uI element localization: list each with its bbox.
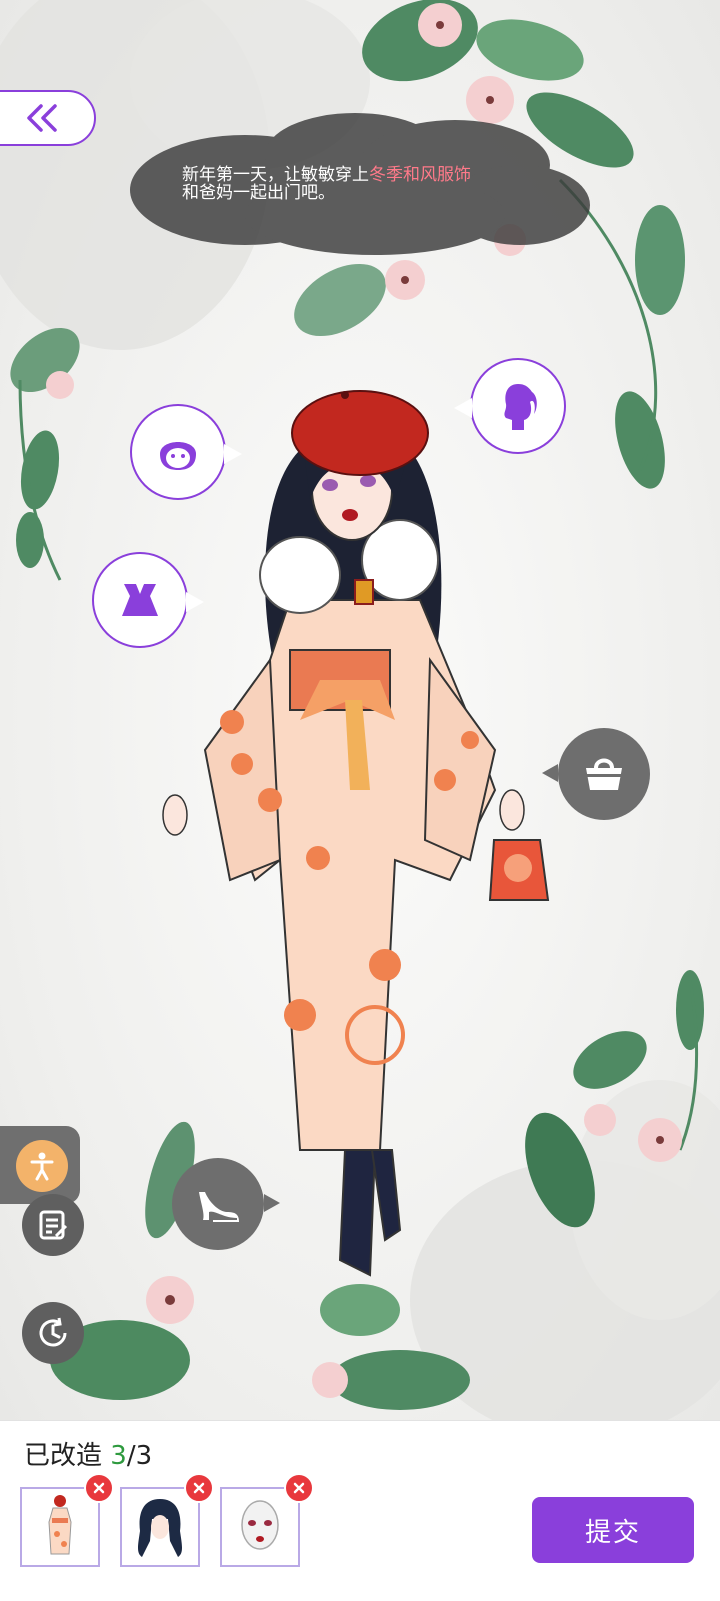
remove-outfit-button[interactable]: [84, 1473, 114, 1503]
dialogue-highlight: 冬季和风服饰: [369, 165, 471, 185]
close-icon: [293, 1482, 305, 1494]
bag-edit-button[interactable]: [542, 728, 650, 820]
ponytail-head-icon: [504, 384, 537, 430]
shoes-edit-button[interactable]: [172, 1158, 280, 1250]
face-edit-button[interactable]: [130, 404, 242, 500]
remove-face-button[interactable]: [284, 1473, 314, 1503]
dialogue-bubble: 新年第一天，让敏敏穿上冬季和风服饰 和爸妈一起出门吧。: [125, 110, 595, 260]
dialogue-text: 新年第一天，让敏敏穿上: [182, 165, 369, 185]
double-chevron-left-icon: [27, 104, 57, 132]
remove-hair-button[interactable]: [184, 1473, 214, 1503]
clock-history-icon: [39, 1317, 67, 1347]
back-button[interactable]: [0, 90, 96, 146]
dressup-scene: 新年第一天，让敏敏穿上冬季和风服饰 和爸妈一起出门吧。: [0, 0, 720, 1420]
modified-item-face[interactable]: [220, 1473, 314, 1567]
person-pose-icon: [30, 1152, 54, 1181]
modified-total: /3: [126, 1441, 153, 1471]
dialogue-line-2: 和爸妈一起出门吧。: [182, 183, 335, 203]
modified-current: 3: [110, 1441, 127, 1471]
modified-label: 已改造: [24, 1441, 103, 1471]
pose-button[interactable]: [16, 1140, 68, 1192]
outfit-thumbnail: [48, 1495, 72, 1555]
submit-button[interactable]: 提交: [532, 1497, 694, 1563]
modified-item-outfit[interactable]: [20, 1473, 114, 1567]
dress-icon: [122, 584, 158, 616]
notes-icon: [39, 1210, 68, 1240]
modified-counter: 已改造 3/3: [24, 1435, 152, 1472]
hair-thumbnail: [138, 1499, 182, 1557]
modified-item-hair[interactable]: [120, 1473, 214, 1567]
close-icon: [193, 1482, 205, 1494]
notes-button[interactable]: [22, 1194, 84, 1256]
clothing-edit-button[interactable]: [92, 552, 204, 648]
close-icon: [93, 1482, 105, 1494]
history-button[interactable]: [22, 1302, 84, 1364]
face-icon: [160, 442, 196, 470]
bottom-bar: 已改造 3/3 提交: [0, 1420, 720, 1601]
high-heel-icon: [199, 1192, 239, 1222]
handbag-icon: [586, 758, 622, 790]
hair-edit-button[interactable]: [454, 358, 566, 454]
face-thumbnail: [241, 1500, 279, 1550]
